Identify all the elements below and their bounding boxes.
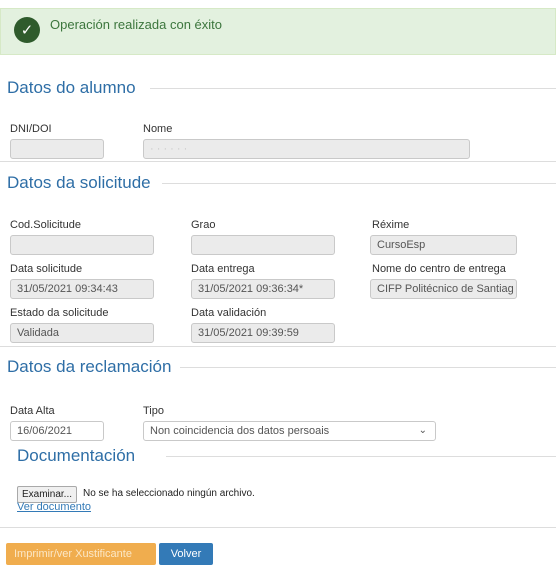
cod-solicitude-field[interactable] — [10, 235, 154, 255]
data-entrega-label: Data entrega — [191, 263, 255, 275]
back-button[interactable]: Volver — [159, 543, 213, 565]
centro-entrega-field[interactable]: CIFP Politécnico de Santiag — [370, 279, 517, 299]
data-solicitude-field[interactable]: 31/05/2021 09:34:43 — [10, 279, 154, 299]
divider — [0, 161, 556, 162]
section-divider — [180, 367, 556, 368]
view-document-link[interactable]: Ver documento — [17, 501, 91, 513]
data-solicitude-label: Data solicitude — [10, 263, 83, 275]
dni-field[interactable] — [10, 139, 104, 159]
section-title-reclamacion: Datos da reclamación — [7, 357, 175, 377]
data-alta-field[interactable]: 16/06/2021 — [10, 421, 104, 441]
grao-label: Grao — [191, 219, 216, 231]
tipo-selected-value: Non coincidencia dos datos persoais — [150, 425, 330, 437]
tipo-select[interactable]: Non coincidencia dos datos persoais ⌄ — [143, 421, 436, 441]
section-title-documentacion: Documentación — [17, 446, 139, 466]
check-circle-icon: ✓ — [14, 17, 40, 43]
section-divider — [166, 456, 556, 457]
divider — [0, 527, 556, 528]
rexime-field[interactable]: CursoEsp — [370, 235, 517, 255]
rexime-label: Réxime — [372, 219, 410, 231]
dni-label: DNI/DOI — [10, 123, 52, 135]
data-entrega-field[interactable]: 31/05/2021 09:36:34* — [191, 279, 335, 299]
estado-solicitude-label: Estado da solicitude — [10, 307, 109, 319]
nome-field[interactable]: · · · · · · — [143, 139, 470, 159]
data-alta-label: Data Alta — [10, 405, 55, 417]
estado-solicitude-field[interactable]: Validada — [10, 323, 154, 343]
print-receipt-button[interactable]: Imprimir/ver Xustificante — [6, 543, 156, 565]
section-title-alumno: Datos do alumno — [7, 78, 139, 98]
alert-message: Operación realizada con éxito — [50, 17, 222, 32]
centro-entrega-label: Nome do centro de entrega — [372, 263, 506, 275]
no-file-text: No se ha seleccionado ningún archivo. — [83, 488, 255, 499]
chevron-down-icon: ⌄ — [418, 425, 427, 436]
data-validacion-label: Data validación — [191, 307, 267, 319]
section-divider — [150, 88, 556, 89]
section-divider — [162, 183, 556, 184]
divider — [0, 346, 556, 347]
tipo-label: Tipo — [143, 405, 164, 417]
cod-solicitude-label: Cod.Solicitude — [10, 219, 81, 231]
data-validacion-field[interactable]: 31/05/2021 09:39:59 — [191, 323, 335, 343]
nome-label: Nome — [143, 123, 173, 135]
section-title-solicitude: Datos da solicitude — [7, 173, 154, 193]
grao-field[interactable] — [191, 235, 335, 255]
